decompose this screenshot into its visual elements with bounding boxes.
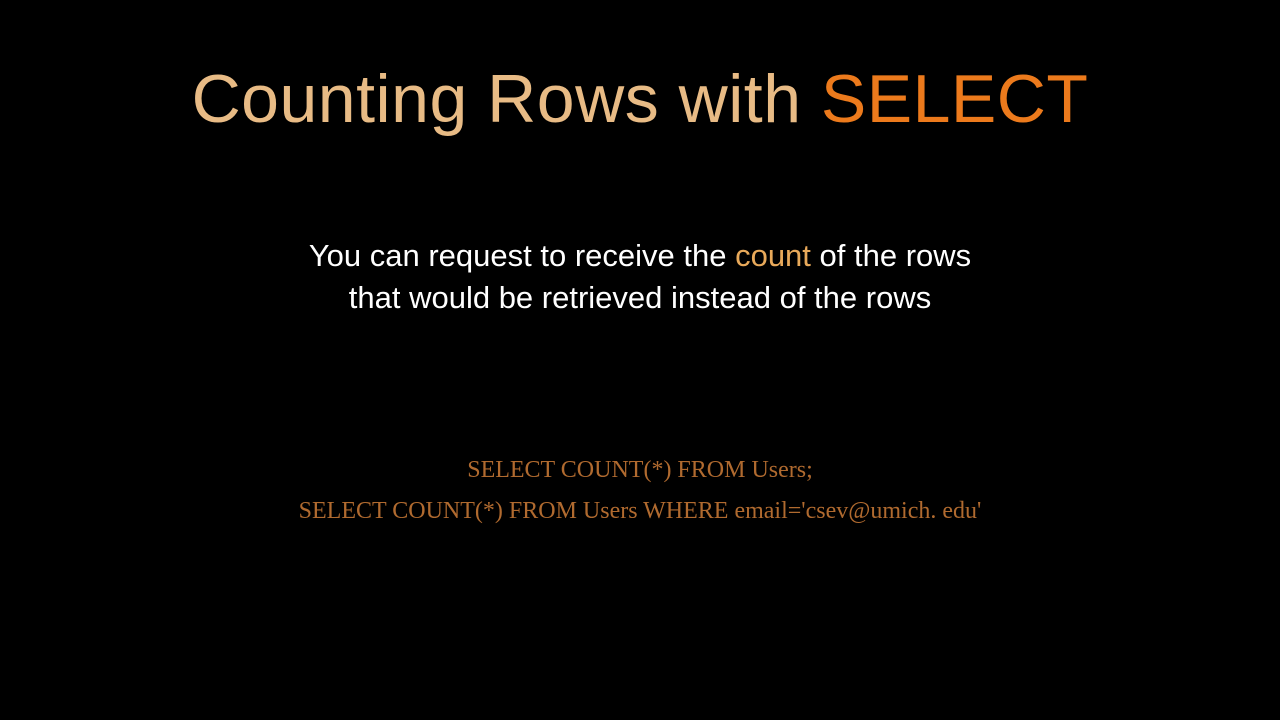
slide: Counting Rows with SELECT You can reques…	[0, 0, 1280, 720]
body-text-after: of the rows	[811, 238, 971, 273]
body-line2: that would be retrieved instead of the r…	[349, 280, 931, 315]
code-line-2: SELECT COUNT(*) FROM Users WHERE email='…	[0, 491, 1280, 532]
body-text-before: You can request to receive the	[309, 238, 735, 273]
slide-body: You can request to receive the count of …	[0, 235, 1280, 319]
slide-title: Counting Rows with SELECT	[0, 60, 1280, 138]
code-line-1: SELECT COUNT(*) FROM Users;	[0, 450, 1280, 491]
code-block: SELECT COUNT(*) FROM Users; SELECT COUNT…	[0, 450, 1280, 532]
body-highlight: count	[735, 238, 811, 273]
title-highlight: SELECT	[821, 61, 1089, 137]
title-text: Counting Rows with	[192, 61, 821, 137]
